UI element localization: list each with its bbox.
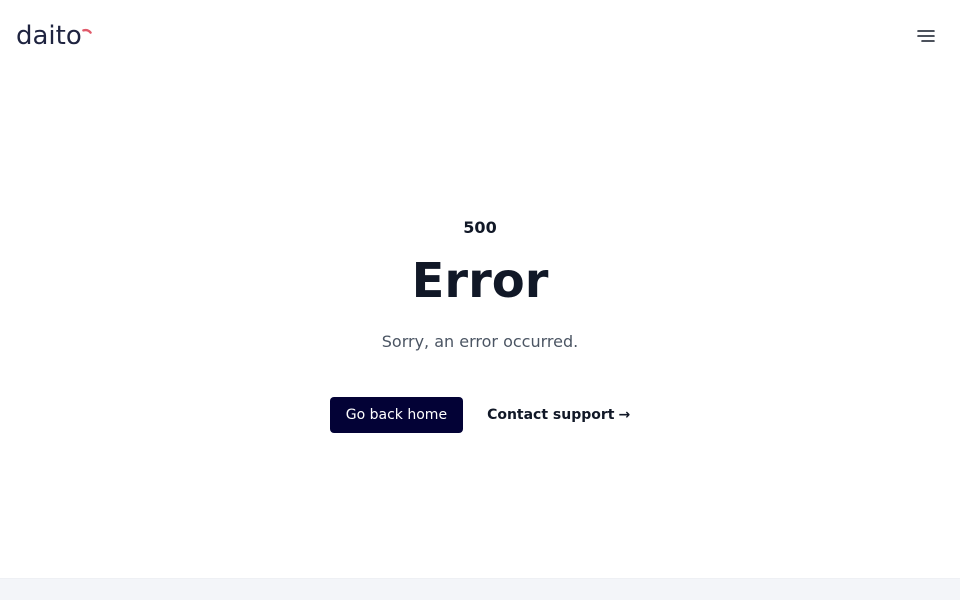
error-actions: Go back home Contact support → [0, 397, 960, 433]
error-code: 500 [463, 218, 497, 237]
footer-band [0, 578, 960, 600]
go-back-home-button[interactable]: Go back home [329, 397, 464, 433]
contact-support-label: Contact support [487, 407, 615, 423]
arrow-right-icon: → [618, 407, 631, 423]
main-content: 500 Error Sorry, an error occurred. Go b… [0, 0, 960, 578]
error-title: Error [411, 253, 549, 309]
error-message: Sorry, an error occurred. [381, 332, 579, 351]
contact-support-link[interactable]: Contact support → [487, 407, 630, 423]
error-page: daito 500 Error Sorry, an error occurred… [0, 0, 960, 600]
